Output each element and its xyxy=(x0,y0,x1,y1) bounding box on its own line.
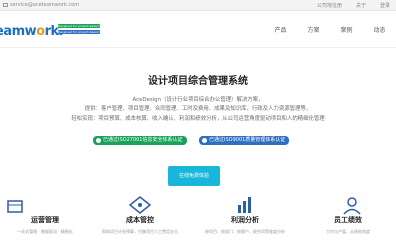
cost-control-icon xyxy=(128,196,152,214)
check-icon xyxy=(96,138,101,143)
hero-desc-line-1: AceDesign（设计行业项目综合办公管理）解决方案， xyxy=(132,97,264,103)
email-text: service@aceteamwork.com xyxy=(10,2,80,8)
envelope-icon xyxy=(3,3,8,7)
feature-profit-analysis[interactable]: 利润分析 按项目、按部门、按客户、按合同等维度分析 xyxy=(200,193,290,240)
brand-logo[interactable]: eamwork. xyxy=(0,24,64,39)
iso9001-text: 已通过ISO9001质量管理体系认证 xyxy=(209,137,286,143)
nav-item-cases[interactable]: 案例 xyxy=(330,25,363,34)
hero-title: 设计项目综合管理系统 xyxy=(148,76,248,87)
feature-label: 成本管控 xyxy=(126,216,154,224)
check-icon xyxy=(202,138,207,143)
hero-desc-line-3: 轻松实现：项目预算、成本核算、收入确认、利润和绩效分析，从公司运营角度驱动项目和… xyxy=(71,116,325,122)
free-trial-button[interactable]: 在线免费体验 xyxy=(168,166,220,186)
feature-cost-control[interactable]: 成本管控 帮助项目计划预算，归集项目人工费用支出 xyxy=(95,193,185,240)
operations-icon xyxy=(7,200,23,213)
feature-sub: 帮助项目计划预算，归集项目人工费用支出 xyxy=(102,229,178,234)
iso27001-text: 已通过ISO27001信息安全体系认证 xyxy=(103,137,183,143)
address-book-link[interactable]: 公司地址册 xyxy=(317,2,342,9)
logo-text: eamw xyxy=(0,24,37,39)
brand-badge-green: Designed for project-based management xyxy=(58,24,100,28)
login-link[interactable]: 登录 xyxy=(380,2,390,9)
logo-accent: o xyxy=(36,24,45,39)
about-link[interactable]: 关于 xyxy=(356,2,366,9)
feature-sub: 工时与产值，从绩效角度 xyxy=(326,229,370,234)
main-nav: 产品 方案 案例 动态 xyxy=(264,25,396,34)
brand-badge-blue: Designed for project-based management xyxy=(58,30,100,34)
nav-item-solutions[interactable]: 方案 xyxy=(297,25,330,34)
site-header: eamwork. Designed for project-based mana… xyxy=(0,11,396,48)
hero-desc-line-2: 提供：客户管理、项目管理、合同管理、工时及费用、成果及知识库、行政及人力资源管理… xyxy=(84,106,312,112)
contact-email[interactable]: service@aceteamwork.com xyxy=(3,2,79,8)
performance-icon xyxy=(343,197,361,215)
feature-label: 员工绩效 xyxy=(334,216,362,224)
iso27001-badge: 已通过ISO27001信息安全体系认证 xyxy=(93,136,187,145)
feature-operations[interactable]: 运营管理 一站式管理 · 数据驱动 · 精细化 xyxy=(0,193,90,240)
feature-performance[interactable]: 员工绩效 工时与产值，从绩效角度 xyxy=(303,193,393,240)
feature-label: 运营管理 xyxy=(31,216,59,224)
top-info-bar: service@aceteamwork.com 公司地址册 关于 登录 xyxy=(0,0,396,11)
feature-sub: 一站式管理 · 数据驱动 · 精细化 xyxy=(17,229,73,234)
nav-item-news[interactable]: 动态 xyxy=(363,25,396,34)
profit-analysis-icon xyxy=(238,197,251,213)
top-links: 公司地址册 关于 登录 xyxy=(317,2,390,9)
feature-sub: 按项目、按部门、按客户、按合同等维度分析 xyxy=(205,229,285,234)
feature-label: 利润分析 xyxy=(231,216,259,224)
iso9001-badge: 已通过ISO9001质量管理体系认证 xyxy=(199,136,290,145)
nav-item-products[interactable]: 产品 xyxy=(264,25,297,34)
